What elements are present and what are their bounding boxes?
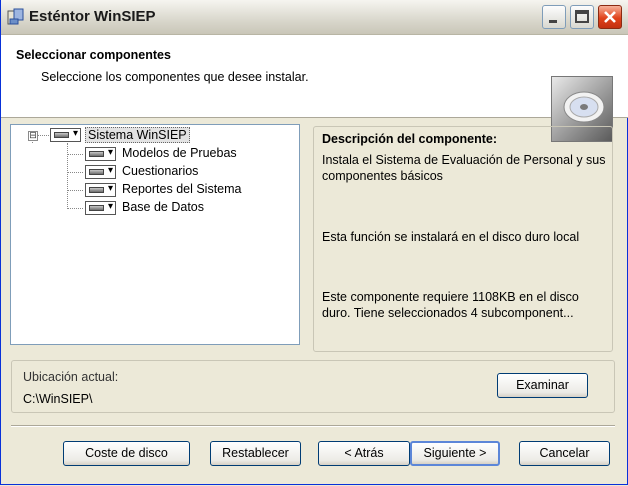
- tree-item-base-de-datos[interactable]: Base de Datos: [122, 200, 204, 214]
- hard-drive-icon[interactable]: [85, 147, 116, 161]
- header-panel: Seleccionar componentes Seleccione los c…: [1, 35, 628, 142]
- page-subtitle: Seleccione los componentes que desee ins…: [41, 70, 309, 84]
- maximize-icon: [575, 10, 589, 23]
- maximize-button[interactable]: [570, 5, 594, 29]
- tree-item-modelos-de-pruebas[interactable]: Modelos de Pruebas: [122, 146, 237, 160]
- description-text: Instala el Sistema de Evaluación de Pers…: [322, 153, 606, 183]
- page-title: Seleccionar componentes: [16, 48, 171, 62]
- close-button[interactable]: [598, 5, 622, 29]
- hard-drive-icon[interactable]: [85, 165, 116, 179]
- back-button[interactable]: < Atrás: [318, 441, 410, 466]
- hard-drive-icon[interactable]: [50, 128, 81, 142]
- close-icon: [604, 11, 616, 23]
- description-title: Descripción del componente:: [322, 132, 498, 146]
- tree-item-cuestionarios[interactable]: Cuestionarios: [122, 164, 198, 178]
- disk-cost-button[interactable]: Coste de disco: [63, 441, 190, 466]
- hard-drive-icon[interactable]: [85, 201, 116, 215]
- minimize-icon: [549, 20, 557, 23]
- tree-line: [67, 143, 68, 209]
- tree-line: [37, 135, 49, 136]
- tree-item-sistema-winsiep[interactable]: Sistema WinSIEP: [85, 127, 190, 143]
- tree-line: [67, 208, 83, 209]
- next-button[interactable]: Siguiente >: [410, 441, 500, 466]
- window-title: Esténtor WinSIEP: [29, 8, 156, 25]
- tree-line: [67, 154, 83, 155]
- browse-button[interactable]: Examinar: [497, 373, 588, 398]
- divider: [11, 425, 615, 427]
- title-bar[interactable]: Esténtor WinSIEP: [1, 0, 628, 35]
- location-label: Ubicación actual:: [23, 370, 119, 384]
- cancel-button[interactable]: Cancelar: [519, 441, 610, 466]
- description-panel: Descripción del componente: Instala el S…: [313, 126, 613, 352]
- installer-window: Esténtor WinSIEP Seleccionar componentes…: [0, 0, 628, 485]
- tree-item-reportes-del-sistema[interactable]: Reportes del Sistema: [122, 182, 242, 196]
- disk-space-note: Este componente requiere 1108KB en el di…: [322, 290, 579, 320]
- minimize-button[interactable]: [542, 5, 566, 29]
- tree-line: [67, 190, 83, 191]
- component-tree[interactable]: ⊟ Sistema WinSIEP Modelos de Pruebas Cue…: [10, 124, 300, 345]
- location-path: C:\WinSIEP\: [23, 392, 93, 406]
- installer-icon: [7, 8, 24, 25]
- tree-line: [67, 172, 83, 173]
- install-location-note: Esta función se instalará en el disco du…: [322, 230, 580, 244]
- hard-drive-icon[interactable]: [85, 183, 116, 197]
- reset-button[interactable]: Restablecer: [210, 441, 301, 466]
- minus-expander-icon[interactable]: ⊟: [28, 131, 38, 141]
